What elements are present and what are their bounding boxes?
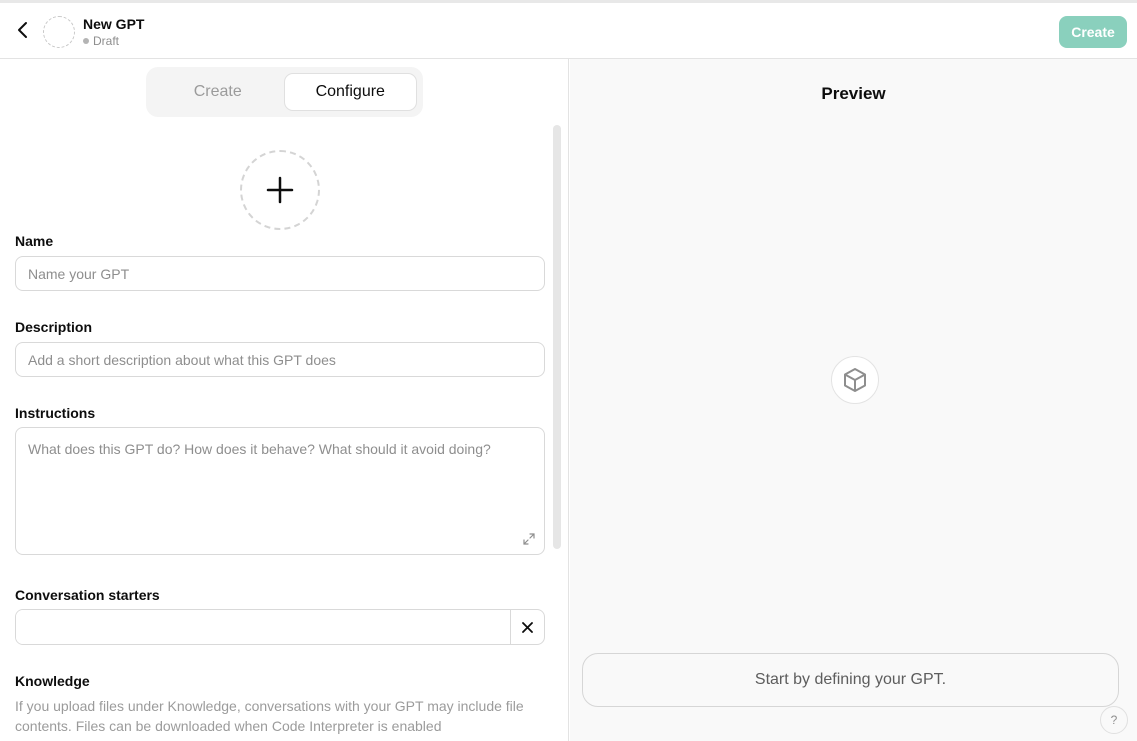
create-button[interactable]: Create [1059, 16, 1127, 48]
name-label: Name [15, 233, 54, 249]
close-icon [522, 621, 533, 633]
preview-placeholder [831, 356, 879, 404]
tab-configure[interactable]: Configure [283, 73, 417, 111]
tab-create[interactable]: Create [152, 73, 284, 111]
gpt-name: New GPT [83, 16, 145, 32]
scrollbar[interactable] [553, 125, 561, 549]
preview-title: Preview [821, 84, 886, 103]
help-button[interactable]: ? [1100, 706, 1128, 734]
mode-toggle: Create Configure [146, 67, 423, 117]
knowledge-description: If you upload files under Knowledge, con… [15, 698, 524, 734]
chevron-left-icon [18, 22, 27, 38]
preview-panel: Preview Start by defining your GPT. ? [570, 59, 1137, 741]
instructions-label: Instructions [15, 405, 96, 421]
status-dot-icon [83, 38, 89, 44]
cube-icon [844, 368, 866, 392]
instructions-textarea[interactable] [15, 427, 545, 555]
conversation-starters-label: Conversation starters [15, 587, 160, 603]
description-input[interactable] [15, 342, 545, 377]
preview-message-input[interactable]: Start by defining your GPT. [582, 653, 1119, 707]
clear-starter-button[interactable] [510, 610, 544, 644]
add-avatar-button[interactable] [240, 150, 320, 230]
gpt-status: Draft [83, 34, 119, 48]
knowledge-label: Knowledge [15, 673, 90, 689]
plus-icon [266, 176, 294, 204]
gpt-avatar[interactable] [43, 16, 75, 48]
configure-panel: Create Configure Name Description Instru… [0, 59, 569, 741]
conversation-starter-input[interactable] [16, 610, 510, 644]
back-button[interactable] [12, 19, 34, 41]
name-input[interactable] [15, 256, 545, 291]
gpt-status-label: Draft [93, 34, 120, 48]
top-bar: New GPT Draft Create [0, 0, 1137, 59]
expand-icon[interactable] [522, 532, 536, 546]
conversation-starter-row [15, 609, 545, 645]
description-label: Description [15, 319, 93, 335]
